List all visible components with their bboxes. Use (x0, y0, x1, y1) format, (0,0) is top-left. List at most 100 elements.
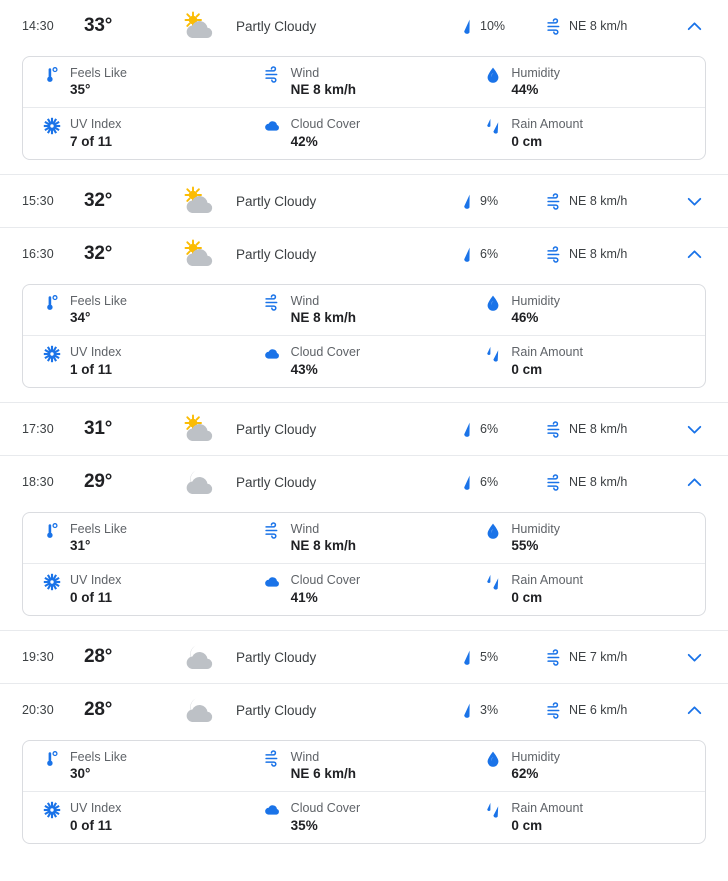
chevron-up-icon[interactable] (674, 245, 714, 264)
precipitation-value: 3% (480, 703, 499, 717)
detail-label: Cloud Cover (290, 345, 361, 360)
chevron-down-icon[interactable] (674, 648, 714, 667)
detail-label: UV Index (70, 345, 122, 360)
detail-rain-amount: Rain Amount 0 cm (474, 800, 695, 834)
detail-value: NE 8 km/h (290, 310, 356, 326)
detail-value: 0 cm (511, 361, 543, 377)
sun-burst-icon (43, 573, 61, 591)
hour-summary-row[interactable]: 14:30 33° Partly Cloudy 10% NE 8 km/h (0, 0, 728, 52)
detail-label: Rain Amount (511, 801, 583, 816)
wind-summary: NE 8 km/h (546, 420, 674, 438)
moon-behind-cloud-icon (180, 467, 232, 497)
hour-condition-label: Partly Cloudy (236, 193, 317, 209)
detail-value: 0 cm (511, 133, 543, 149)
rain-drops-icon (484, 345, 502, 363)
detail-label: Humidity (511, 521, 560, 536)
detail-row: Feels Like 31° Wind NE 8 km/h Humidity 55% (23, 513, 705, 564)
hour-summary-row[interactable]: 20:30 28° Partly Cloudy 3% NE 6 km/h (0, 684, 728, 736)
detail-humidity: Humidity 46% (474, 293, 695, 327)
hour-block: 14:30 33° Partly Cloudy 10% NE 8 km/h Fee… (0, 0, 728, 160)
detail-humidity: Humidity 62% (474, 749, 695, 783)
detail-rain-amount: Rain Amount 0 cm (474, 344, 695, 378)
hour-time: 20:30 (22, 703, 54, 717)
thermometer-icon (43, 522, 61, 540)
hour-block: 17:30 31° Partly Cloudy 6% NE 8 km/h (0, 403, 728, 455)
hour-time: 15:30 (22, 194, 54, 208)
hour-condition-label: Partly Cloudy (236, 702, 317, 718)
detail-label: Wind (290, 521, 320, 536)
hour-temperature: 31° (84, 418, 113, 439)
detail-value: 35° (70, 82, 91, 98)
detail-wind: Wind NE 6 km/h (254, 749, 475, 783)
detail-uv-index: UV Index 7 of 11 (33, 116, 254, 150)
water-drop-icon (484, 66, 502, 84)
wind-summary: NE 8 km/h (546, 473, 674, 491)
wind-icon (546, 473, 563, 491)
detail-rain-amount: Rain Amount 0 cm (474, 116, 695, 150)
wind-icon (546, 17, 563, 35)
precipitation-chance: 6% (460, 421, 546, 438)
wind-value: NE 8 km/h (569, 194, 628, 208)
wind-summary: NE 8 km/h (546, 17, 674, 35)
detail-wind: Wind NE 8 km/h (254, 521, 475, 555)
chevron-up-icon[interactable] (674, 473, 714, 492)
detail-value: 0 cm (511, 589, 543, 605)
precipitation-value: 5% (480, 650, 499, 664)
hour-summary-row[interactable]: 16:30 32° Partly Cloudy 6% NE 8 km/h (0, 228, 728, 280)
hour-temperature: 28° (84, 646, 113, 667)
detail-value: 46% (511, 310, 539, 326)
chevron-up-icon[interactable] (674, 17, 714, 36)
raindrop-icon (460, 421, 474, 438)
raindrop-icon (460, 193, 474, 210)
precipitation-value: 9% (480, 194, 499, 208)
hour-summary-row[interactable]: 17:30 31° Partly Cloudy 6% NE 8 km/h (0, 403, 728, 455)
detail-grid: Feels Like 30° Wind NE 6 km/h Humidity 62% … (23, 741, 705, 843)
wind-value: NE 8 km/h (569, 422, 628, 436)
precipitation-value: 6% (480, 247, 499, 261)
detail-grid: Feels Like 34° Wind NE 8 km/h Humidity 46% … (23, 285, 705, 387)
wind-summary: NE 8 km/h (546, 192, 674, 210)
detail-label: Rain Amount (511, 345, 583, 360)
detail-label: Rain Amount (511, 573, 583, 588)
wind-icon (546, 648, 563, 666)
detail-wind: Wind NE 8 km/h (254, 293, 475, 327)
detail-wind: Wind NE 8 km/h (254, 65, 475, 99)
wind-icon (546, 420, 563, 438)
detail-value: NE 8 km/h (290, 82, 356, 98)
cloud-filled-icon (264, 801, 282, 819)
detail-value: 7 of 11 (70, 133, 113, 149)
wind-icon (546, 192, 563, 210)
hour-block: 16:30 32° Partly Cloudy 6% NE 8 km/h Feel… (0, 228, 728, 388)
detail-value: 34° (70, 310, 91, 326)
cloud-filled-icon (264, 117, 282, 135)
chevron-down-icon[interactable] (674, 420, 714, 439)
hour-detail-card: Feels Like 31° Wind NE 8 km/h Humidity 55% … (22, 512, 706, 616)
hour-temperature: 32° (84, 243, 113, 264)
hour-summary-row[interactable]: 19:30 28° Partly Cloudy 5% NE 7 km/h (0, 631, 728, 683)
hour-time: 14:30 (22, 19, 54, 33)
chevron-down-icon[interactable] (674, 192, 714, 211)
hour-summary-row[interactable]: 15:30 32° Partly Cloudy 9% NE 8 km/h (0, 175, 728, 227)
detail-label: Rain Amount (511, 117, 583, 132)
precipitation-chance: 9% (460, 193, 546, 210)
chevron-up-icon[interactable] (674, 701, 714, 720)
thermometer-icon (43, 66, 61, 84)
wind-icon (264, 66, 282, 84)
rain-drops-icon (484, 573, 502, 591)
rain-drops-icon (484, 117, 502, 135)
hour-detail-card: Feels Like 34° Wind NE 8 km/h Humidity 46% … (22, 284, 706, 388)
wind-icon (264, 294, 282, 312)
detail-value: 42% (290, 133, 318, 149)
water-drop-icon (484, 294, 502, 312)
precipitation-chance: 6% (460, 246, 546, 263)
detail-feels-like: Feels Like 30° (33, 749, 254, 783)
wind-icon (546, 701, 563, 719)
hour-summary-row[interactable]: 18:30 29° Partly Cloudy 6% NE 8 km/h (0, 456, 728, 508)
raindrop-icon (460, 18, 474, 35)
wind-summary: NE 8 km/h (546, 245, 674, 263)
hour-time: 17:30 (22, 422, 54, 436)
wind-value: NE 8 km/h (569, 475, 628, 489)
detail-label: Feels Like (70, 749, 127, 764)
sun-behind-cloud-icon (180, 414, 232, 444)
detail-row: UV Index 7 of 11 Cloud Cover 42% Rain Amou… (23, 108, 705, 159)
